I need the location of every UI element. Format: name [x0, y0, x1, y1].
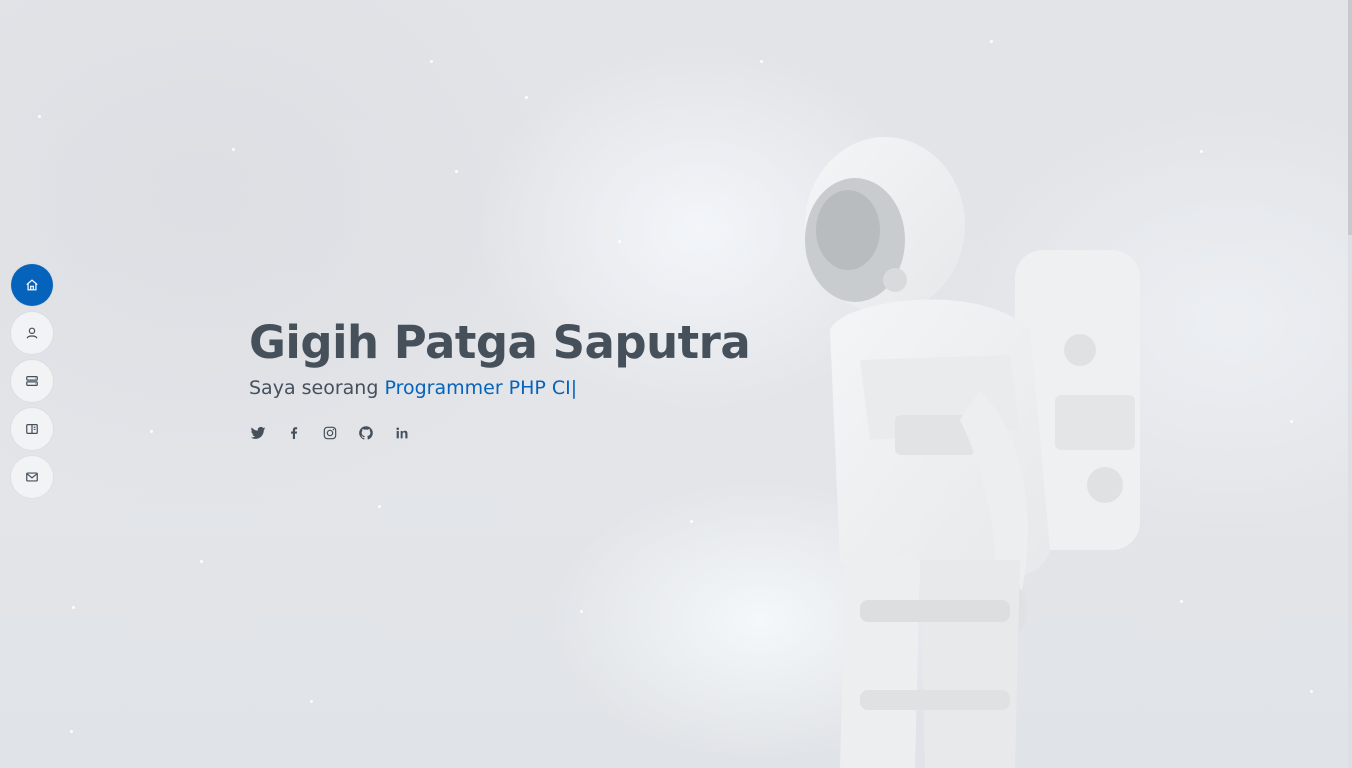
github-icon [359, 426, 373, 440]
instagram-icon [323, 426, 337, 440]
linkedin-icon [396, 427, 408, 439]
nav-contact-button[interactable] [11, 456, 53, 498]
nav-about-button[interactable] [11, 312, 53, 354]
tagline-prefix: Saya seorang [249, 377, 379, 399]
envelope-icon [26, 472, 38, 482]
hero-name: Gigih Patga Saputra [249, 316, 751, 369]
side-nav [11, 264, 53, 504]
hero-tagline: Saya seorang Programmer PHP CI| [249, 374, 809, 402]
twitter-link[interactable] [249, 424, 267, 442]
typing-caret: | [570, 377, 578, 399]
book-icon [26, 424, 38, 434]
person-icon [26, 327, 38, 339]
facebook-icon [291, 427, 298, 439]
scrollbar-track[interactable] [1348, 0, 1352, 768]
astronaut-illustration [805, 137, 1140, 768]
github-link[interactable] [357, 424, 375, 442]
linkedin-link[interactable] [393, 424, 411, 442]
hero-content: Gigih Patga Saputra Saya seorang Program… [249, 314, 809, 442]
facebook-link[interactable] [285, 424, 303, 442]
tagline-typed: Programmer PHP CI [384, 377, 571, 399]
nav-services-button[interactable] [11, 360, 53, 402]
twitter-icon [250, 426, 266, 439]
nav-portfolio-button[interactable] [11, 408, 53, 450]
home-icon [26, 279, 38, 291]
scrollbar-thumb[interactable] [1348, 0, 1352, 235]
instagram-link[interactable] [321, 424, 339, 442]
server-icon [26, 376, 38, 386]
social-links [249, 424, 809, 442]
nav-home-button[interactable] [11, 264, 53, 306]
